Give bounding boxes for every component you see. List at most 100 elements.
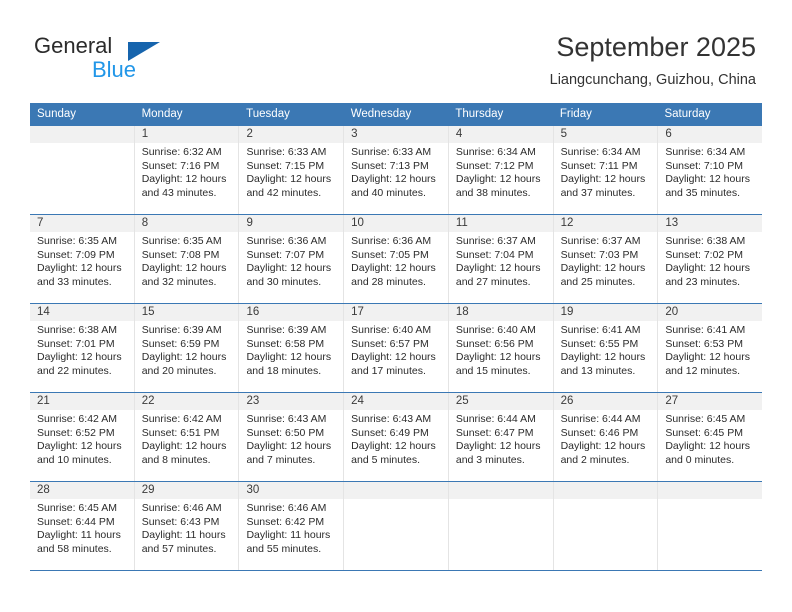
calendar-day-cell[interactable]: 16 Sunrise: 6:39 AM Sunset: 6:58 PM Dayligh… [239, 304, 345, 392]
day-number: 5 [553, 126, 658, 143]
day-sun-info: Sunrise: 6:39 AM Sunset: 6:58 PM Daylight:… [239, 321, 343, 378]
day-number: 23 [239, 393, 344, 410]
calendar-day-cell[interactable]: 18 Sunrise: 6:40 AM Sunset: 6:56 PM Dayligh… [448, 304, 554, 392]
sunset-text: Sunset: 6:57 PM [351, 337, 429, 350]
calendar-day-cell[interactable]: 20 Sunrise: 6:41 AM Sunset: 6:53 PM Dayligh… [658, 304, 763, 392]
day-sun-info: Sunrise: 6:38 AM Sunset: 7:02 PM Daylight:… [658, 232, 762, 289]
daylight-text: Daylight: 12 hours and 5 minutes. [351, 440, 436, 466]
day-number: 14 [30, 304, 134, 321]
weekday-header-tuesday: Tuesday [246, 108, 290, 120]
day-sun-info: Sunrise: 6:37 AM Sunset: 7:03 PM Daylight:… [554, 232, 658, 289]
sunrise-text: Sunrise: 6:41 AM [665, 324, 746, 336]
sunset-text: Sunset: 7:13 PM [351, 159, 429, 172]
calendar-day-cell[interactable]: 3 Sunrise: 6:33 AM Sunset: 7:13 PM Daylight… [344, 126, 449, 214]
day-sun-info: Sunrise: 6:38 AM Sunset: 7:01 PM Daylight:… [30, 321, 134, 378]
sunset-text: Sunset: 6:58 PM [246, 337, 325, 350]
day-sun-info: Sunrise: 6:46 AM Sunset: 6:42 PM Daylight:… [239, 499, 343, 556]
daylight-text: Daylight: 12 hours and 40 minutes. [351, 173, 436, 199]
day-number: 27 [658, 393, 763, 410]
calendar-day-cell[interactable]: 30 Sunrise: 6:46 AM Sunset: 6:42 PM Dayligh… [239, 482, 345, 570]
calendar-day-cell[interactable]: 6 Sunrise: 6:34 AM Sunset: 7:10 PM Daylight… [658, 126, 763, 214]
calendar-day-cell[interactable]: 12 Sunrise: 6:37 AM Sunset: 7:03 PM Dayligh… [553, 215, 659, 303]
calendar-day-cell[interactable]: 8 Sunrise: 6:35 AM Sunset: 7:08 PM Daylight… [134, 215, 240, 303]
calendar-day-cell[interactable]: 27 Sunrise: 6:45 AM Sunset: 6:45 PM Dayligh… [658, 393, 763, 481]
calendar-day-cell[interactable]: 21 Sunrise: 6:42 AM Sunset: 6:52 PM Dayligh… [30, 393, 135, 481]
calendar-page: General Blue September 2025 Liangcunchan… [0, 0, 792, 612]
brand-name-general: General [34, 33, 113, 58]
calendar-day-cell[interactable]: 9 Sunrise: 6:36 AM Sunset: 7:07 PM Daylight… [239, 215, 345, 303]
sunrise-text: Sunrise: 6:43 AM [246, 413, 327, 425]
day-number: 10 [344, 215, 448, 232]
brand-name-blue: Blue [92, 57, 137, 82]
day-sun-info: Sunrise: 6:39 AM Sunset: 6:59 PM Daylight:… [135, 321, 239, 378]
sunrise-text: Sunrise: 6:37 AM [560, 235, 641, 247]
calendar-day-cell[interactable]: 2 Sunrise: 6:33 AM Sunset: 7:15 PM Daylight… [239, 126, 345, 214]
sunrise-text: Sunrise: 6:35 AM [37, 235, 117, 247]
sunset-text: Sunset: 7:12 PM [455, 159, 534, 172]
sunset-text: Sunset: 7:02 PM [665, 248, 743, 261]
day-sun-info: Sunrise: 6:44 AM Sunset: 6:46 PM Daylight:… [554, 410, 658, 467]
calendar-day-cell[interactable]: 24 Sunrise: 6:43 AM Sunset: 6:49 PM Dayligh… [344, 393, 449, 481]
sunrise-text: Sunrise: 6:36 AM [246, 235, 327, 247]
day-number: 20 [658, 304, 763, 321]
sunset-text: Sunset: 7:09 PM [37, 248, 115, 261]
sunset-text: Sunset: 6:49 PM [351, 426, 429, 439]
day-sun-info: Sunrise: 6:40 AM Sunset: 6:57 PM Daylight:… [344, 321, 448, 378]
daylight-text: Daylight: 12 hours and 10 minutes. [37, 440, 122, 466]
sunset-text: Sunset: 6:55 PM [560, 337, 639, 350]
sunrise-text: Sunrise: 6:45 AM [37, 502, 117, 514]
calendar-day-cell[interactable]: 15 Sunrise: 6:39 AM Sunset: 6:59 PM Dayligh… [134, 304, 240, 392]
daylight-text: Daylight: 12 hours and 32 minutes. [141, 262, 227, 288]
calendar-day-cell[interactable]: 26 Sunrise: 6:44 AM Sunset: 6:46 PM Dayligh… [553, 393, 659, 481]
title-block: September 2025 Liangcunchang, Guizhou, C… [550, 30, 756, 91]
sunset-text: Sunset: 6:45 PM [665, 426, 743, 439]
daylight-text: Daylight: 12 hours and 38 minutes. [455, 173, 541, 199]
weekday-header-row: Sunday Monday Tuesday Wednesday Thursday… [30, 103, 762, 125]
daylight-text: Daylight: 12 hours and 30 minutes. [246, 262, 332, 288]
sunrise-text: Sunrise: 6:38 AM [665, 235, 746, 247]
calendar-day-cell[interactable]: 11 Sunrise: 6:37 AM Sunset: 7:04 PM Dayligh… [448, 215, 554, 303]
calendar-day-cell-empty [30, 126, 135, 214]
calendar-day-cell[interactable]: 14 Sunrise: 6:38 AM Sunset: 7:01 PM Dayligh… [30, 304, 135, 392]
daylight-text: Daylight: 12 hours and 0 minutes. [665, 440, 750, 466]
brand-logo[interactable]: General Blue [34, 33, 264, 85]
weekday-header-thursday: Thursday [455, 108, 504, 120]
calendar-day-cell[interactable]: 5 Sunrise: 6:34 AM Sunset: 7:11 PM Daylight… [553, 126, 659, 214]
calendar-day-cell[interactable]: 25 Sunrise: 6:44 AM Sunset: 6:47 PM Dayligh… [448, 393, 554, 481]
daylight-text: Daylight: 11 hours and 55 minutes. [246, 529, 331, 555]
day-number: 12 [553, 215, 658, 232]
calendar-day-cell[interactable]: 10 Sunrise: 6:36 AM Sunset: 7:05 PM Dayligh… [344, 215, 449, 303]
day-number: 8 [134, 215, 239, 232]
sunset-text: Sunset: 7:16 PM [141, 159, 220, 172]
daylight-text: Daylight: 11 hours and 57 minutes. [141, 529, 226, 555]
calendar-day-cell[interactable]: 13 Sunrise: 6:38 AM Sunset: 7:02 PM Dayligh… [658, 215, 763, 303]
sunset-text: Sunset: 7:07 PM [246, 248, 325, 261]
calendar-day-cell[interactable]: 23 Sunrise: 6:43 AM Sunset: 6:50 PM Dayligh… [239, 393, 345, 481]
calendar-weeks: 1 Sunrise: 6:32 AM Sunset: 7:16 PM Daylight… [30, 125, 763, 571]
calendar-day-cell[interactable]: 7 Sunrise: 6:35 AM Sunset: 7:09 PM Daylight… [30, 215, 135, 303]
day-number: 7 [30, 215, 134, 232]
calendar-day-cell[interactable]: 19 Sunrise: 6:41 AM Sunset: 6:55 PM Dayligh… [553, 304, 659, 392]
weekday-header-sunday: Sunday [37, 108, 77, 120]
sunset-text: Sunset: 6:59 PM [141, 337, 220, 350]
sunrise-text: Sunrise: 6:46 AM [141, 502, 222, 514]
page-subtitle: Liangcunchang, Guizhou, China [549, 72, 756, 88]
calendar-day-cell-empty [448, 482, 554, 570]
day-sun-info: Sunrise: 6:35 AM Sunset: 7:09 PM Daylight:… [30, 232, 134, 289]
calendar-day-cell[interactable]: 17 Sunrise: 6:40 AM Sunset: 6:57 PM Dayligh… [344, 304, 449, 392]
sunrise-text: Sunrise: 6:34 AM [560, 146, 641, 158]
calendar-day-cell[interactable]: 28 Sunrise: 6:45 AM Sunset: 6:44 PM Dayligh… [30, 482, 135, 570]
calendar-day-cell[interactable]: 1 Sunrise: 6:32 AM Sunset: 7:16 PM Daylight… [134, 126, 240, 214]
calendar-day-cell[interactable]: 4 Sunrise: 6:34 AM Sunset: 7:12 PM Daylight… [448, 126, 554, 214]
calendar-day-cell[interactable]: 29 Sunrise: 6:46 AM Sunset: 6:43 PM Dayligh… [134, 482, 240, 570]
sunrise-text: Sunrise: 6:40 AM [351, 324, 432, 336]
sunset-text: Sunset: 6:51 PM [141, 426, 220, 439]
sunset-text: Sunset: 7:03 PM [560, 248, 639, 261]
sunrise-text: Sunrise: 6:34 AM [455, 146, 536, 158]
page-header: General Blue September 2025 Liangcunchan… [0, 0, 792, 100]
calendar-day-cell[interactable]: 22 Sunrise: 6:42 AM Sunset: 6:51 PM Dayligh… [134, 393, 240, 481]
sunset-text: Sunset: 6:56 PM [455, 337, 534, 350]
sunrise-text: Sunrise: 6:42 AM [37, 413, 117, 425]
day-number: 22 [134, 393, 239, 410]
day-number [344, 482, 448, 499]
